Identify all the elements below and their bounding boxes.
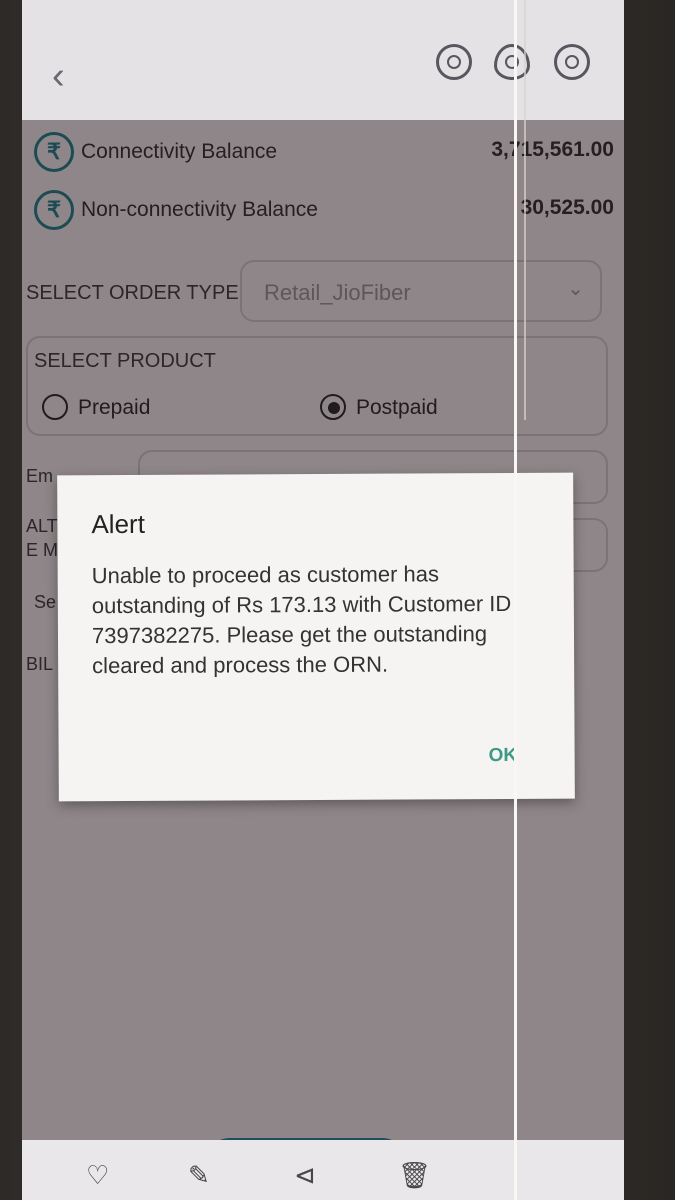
rupee-icon: ₹ — [34, 190, 74, 230]
product-label: SELECT PRODUCT — [34, 350, 216, 372]
bottom-action-bar: ♡ ✎ ⊲ 🗑 — [22, 1140, 624, 1200]
sync-icon[interactable] — [554, 44, 590, 80]
se-label: Se — [34, 592, 57, 612]
balance-value: 3,715,561.00 — [491, 138, 614, 161]
order-type-value: Retail_JioFiber — [264, 280, 411, 305]
bil-label: BIL — [26, 654, 54, 674]
delete-icon[interactable]: 🗑 — [398, 1160, 431, 1191]
alert-title: Alert — [91, 508, 145, 540]
balance-label: Non-connectivity Balance — [81, 198, 318, 221]
alt-email-label-line1: ALT — [26, 516, 58, 536]
radio-unchecked-icon — [42, 394, 68, 420]
order-type-select[interactable]: Retail_JioFiber ⌄ — [240, 260, 602, 322]
balance-value: 30,525.00 — [520, 196, 614, 219]
radio-label: Postpaid — [356, 396, 438, 419]
screen-defect-line-faint — [524, 0, 526, 420]
heart-icon[interactable]: ♡ — [86, 1160, 109, 1191]
email-label: Em — [26, 466, 53, 486]
connectivity-balance-row: ₹ Connectivity Balance 3,715,561.00 — [34, 132, 614, 176]
radio-label: Prepaid — [78, 396, 151, 419]
radio-checked-icon — [320, 394, 346, 420]
alt-email-label-line2: E M — [26, 540, 59, 560]
app-header: ‹ — [22, 0, 624, 120]
balance-label: Connectivity Balance — [81, 140, 278, 163]
edit-icon[interactable]: ✎ — [188, 1160, 210, 1191]
alert-dialog: Alert Unable to proceed as customer has … — [57, 472, 575, 802]
chevron-down-icon: ⌄ — [567, 278, 584, 300]
product-selector: SELECT PRODUCT Prepaid Postpaid — [26, 336, 608, 436]
alert-message: Unable to proceed as customer has outsta… — [91, 561, 512, 679]
replay-icon[interactable] — [436, 44, 472, 80]
non-connectivity-balance-row: ₹ Non-connectivity Balance 30,525.00 — [34, 190, 614, 234]
screen-defect-line — [514, 0, 517, 1200]
order-type-label: SELECT ORDER TYPE — [26, 282, 239, 304]
back-arrow-icon[interactable]: ‹ — [52, 57, 74, 95]
radio-dot — [328, 402, 340, 414]
ok-button[interactable]: OK — [489, 745, 518, 767]
share-icon[interactable]: ⊲ — [294, 1160, 316, 1191]
rupee-icon: ₹ — [34, 132, 74, 172]
